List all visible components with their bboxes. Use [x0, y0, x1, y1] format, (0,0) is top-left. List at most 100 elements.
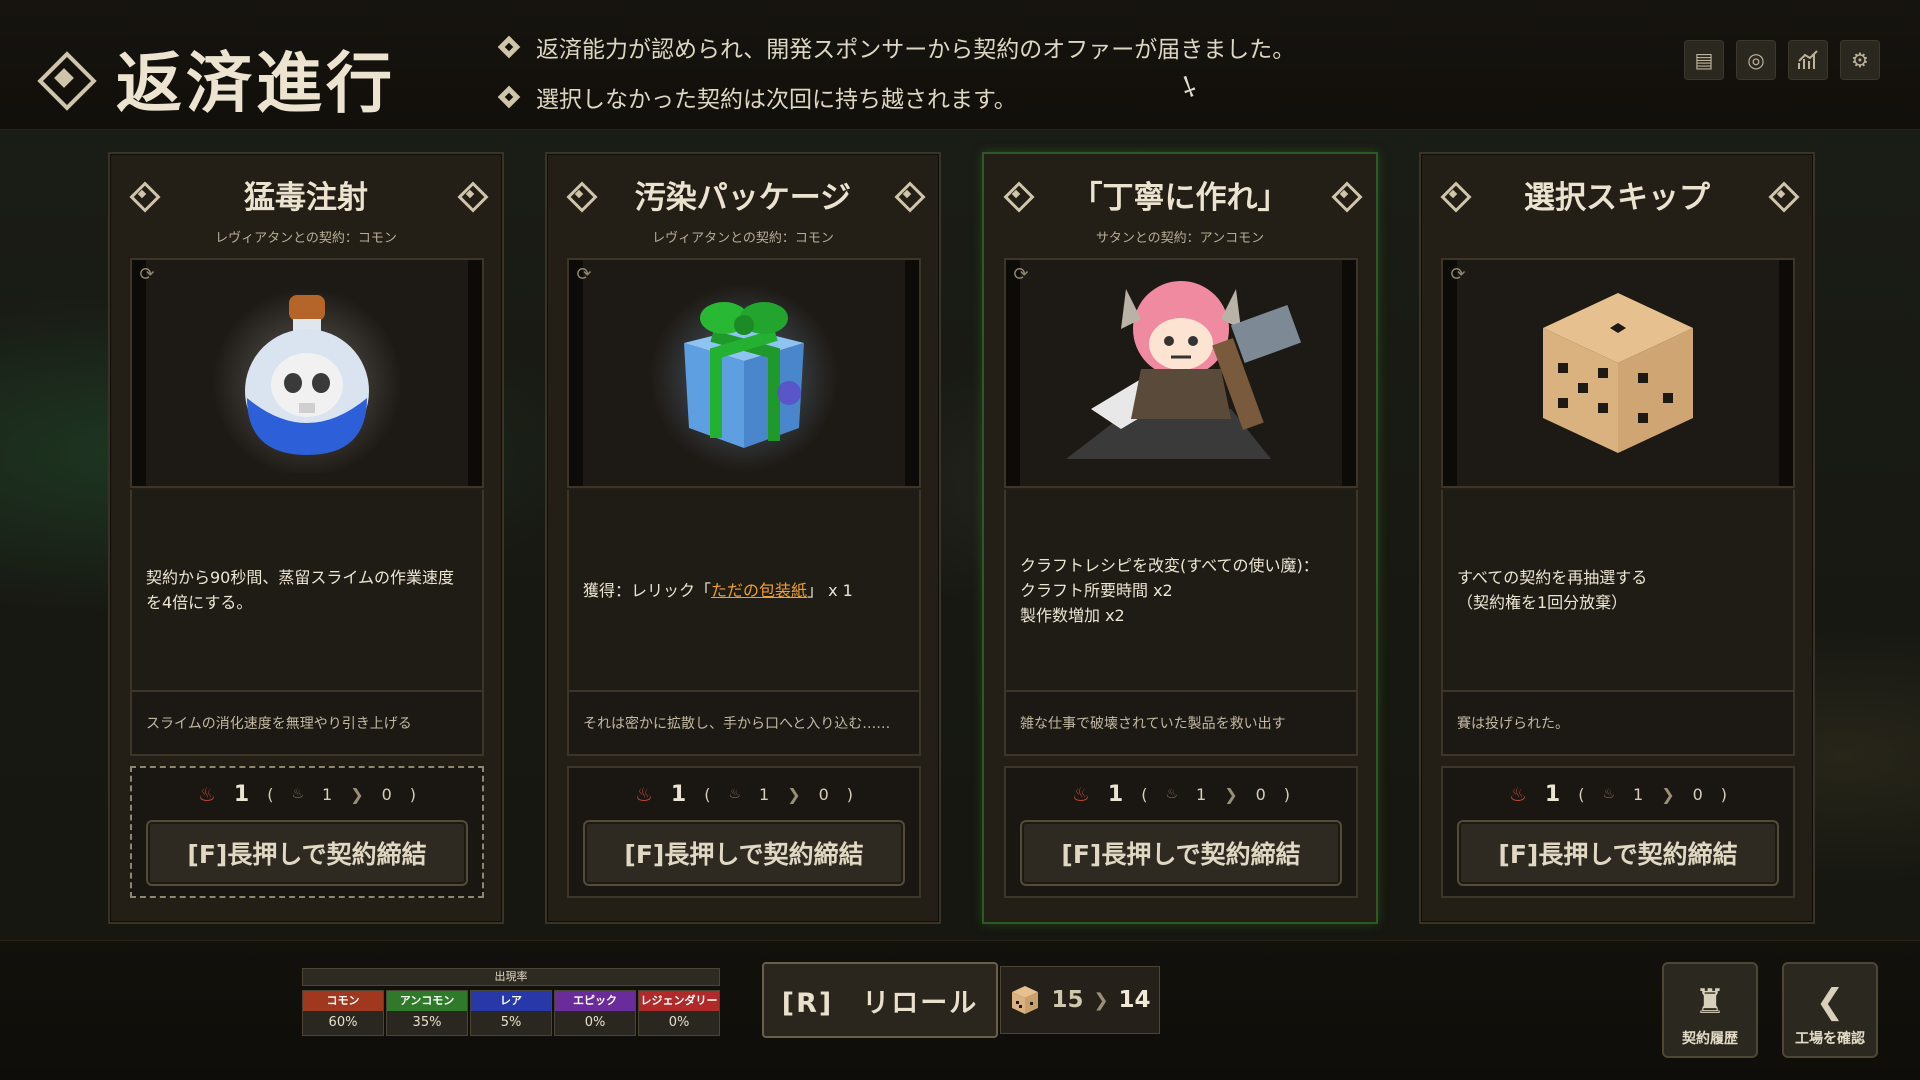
- card-header: 汚染パッケージ レヴィアタンとの契約：コモン: [547, 172, 939, 246]
- rate-uncommon: アンコモン 35%: [386, 990, 468, 1036]
- target-icon[interactable]: ◎: [1736, 40, 1776, 80]
- desc-line: 製作数増加 x2: [1020, 605, 1125, 625]
- arrow-icon: ❯: [1224, 784, 1238, 804]
- cost-sub-a: 1: [1633, 784, 1644, 804]
- contract-token-icon: ♨: [1508, 782, 1527, 806]
- cost-sub-a: 1: [1196, 784, 1207, 804]
- desc-line: （契約権を1回分放棄）: [1457, 593, 1628, 612]
- view-factory-button[interactable]: ❮ 工場を確認: [1782, 962, 1878, 1058]
- rate-value: 0%: [639, 1011, 719, 1035]
- card-header: 選択スキップ: [1421, 172, 1813, 227]
- cost-sub-b: 0: [1692, 784, 1703, 804]
- rate-label: エピック: [555, 991, 635, 1011]
- diamond-icon: [40, 54, 88, 102]
- card-title: 選択スキップ: [1524, 180, 1710, 216]
- card-description: 契約から90秒間、蒸留スライムの作業速度を4倍にする。: [130, 490, 484, 690]
- cost-value: 1: [1544, 781, 1561, 807]
- gear-icon[interactable]: ⚙: [1840, 40, 1880, 80]
- cost-value: 1: [670, 781, 687, 807]
- cost-row: ♨ 1 ( ♨ 1 ❯ 0 ): [197, 781, 417, 807]
- refresh-icon: ⟳: [576, 264, 592, 285]
- top-icon-group: ▤ ◎ ⚙: [1684, 40, 1880, 80]
- card-cost-area: ♨ 1 ( ♨ 1 ❯ 0 ) [F]長押しで契約締結: [1441, 766, 1795, 898]
- card-flavor-text: 雑な仕事で破壊されていた製品を救い出す: [1004, 690, 1358, 756]
- sign-contract-button[interactable]: [F]長押しで契約締結: [1457, 820, 1779, 886]
- title-area: 返済進行: [40, 30, 396, 126]
- rate-value: 5%: [471, 1011, 551, 1035]
- contract-token-icon: ♨: [1165, 786, 1179, 802]
- card-subtitle: レヴィアタンとの契約：コモン: [652, 231, 834, 246]
- chart-icon[interactable]: [1788, 40, 1828, 80]
- desc-text: 」 x 1: [807, 580, 853, 600]
- desc-text: 獲得：レリック「: [583, 580, 712, 600]
- arrow-icon: ❯: [350, 784, 364, 804]
- refresh-icon: ⟳: [1450, 264, 1466, 285]
- contract-token-icon: ♨: [1602, 786, 1616, 802]
- card-image: ⟳: [1441, 258, 1795, 488]
- refresh-icon: ⟳: [139, 264, 155, 285]
- cost-row: ♨ 1 ( ♨ 1 ❯ 0 ): [1071, 781, 1291, 807]
- refresh-icon: ⟳: [1013, 264, 1029, 285]
- card-cost-area: ♨ 1 ( ♨ 1 ❯ 0 ) [F]長押しで契約締結: [567, 766, 921, 898]
- card-description: クラフトレシピを改変(すべての使い魔)： クラフト所要時間 x2 製作数増加 x…: [1004, 490, 1358, 690]
- contract-card[interactable]: 「丁寧に作れ」 サタンとの契約：アンコモン ⟳ クラフトレシピを改変(すべての使…: [982, 152, 1378, 924]
- rate-rare: レア 5%: [470, 990, 552, 1036]
- cost-row: ♨ 1 ( ♨ 1 ❯ 0 ): [634, 781, 854, 807]
- book-icon[interactable]: ▤: [1684, 40, 1724, 80]
- cursor-icon: ⸸: [1176, 69, 1201, 106]
- contract-history-label: 契約履歴: [1682, 1031, 1738, 1047]
- card-title: 汚染パッケージ: [634, 180, 852, 216]
- card-description: すべての契約を再抽選する （契約権を1回分放棄）: [1441, 490, 1795, 690]
- sign-contract-button[interactable]: [F]長押しで契約締結: [1020, 820, 1342, 886]
- desc-line: すべての契約を再抽選する: [1457, 568, 1648, 587]
- cost-sub-b: 0: [818, 784, 829, 804]
- sign-contract-button[interactable]: [F]長押しで契約締結: [583, 820, 905, 886]
- contract-card[interactable]: 猛毒注射 レヴィアタンとの契約：コモン ⟳ 契約から90秒間、蒸留スライムの作業…: [108, 152, 504, 924]
- stamp-icon: ♜: [1694, 982, 1726, 1022]
- notice-line: 返済能力が認められ、開発スポンサーから契約のオファーが届きました。: [498, 30, 1295, 64]
- rate-value: 60%: [303, 1011, 383, 1035]
- rate-value: 35%: [387, 1011, 467, 1035]
- contract-token-icon: ♨: [728, 786, 742, 802]
- back-arrow-icon: ❮: [1815, 982, 1845, 1022]
- cost-sub-b: 0: [1255, 784, 1266, 804]
- cost-row: ♨ 1 ( ♨ 1 ❯ 0 ): [1508, 781, 1728, 807]
- card-cost-area: ♨ 1 ( ♨ 1 ❯ 0 ) [F]長押しで契約締結: [1004, 766, 1358, 898]
- card-flavor-text: 賽は投げられた。: [1441, 690, 1795, 756]
- desc-line: クラフト所要時間 x2: [1020, 580, 1173, 600]
- sign-contract-button[interactable]: [F]長押しで契約締結: [146, 820, 468, 886]
- rate-label: アンコモン: [387, 991, 467, 1011]
- card-image: ⟳: [1004, 258, 1358, 488]
- card-subtitle: サタンとの契約：アンコモン: [1095, 231, 1265, 246]
- rate-value: 0%: [555, 1011, 635, 1035]
- gift-box-icon: [649, 283, 839, 473]
- card-flavor-text: スライムの消化速度を無理やり引き上げる: [130, 690, 484, 756]
- reroll-to: 14: [1118, 987, 1151, 1013]
- poison-flask-icon: [212, 288, 402, 473]
- card-subtitle: レヴィアタンとの契約：コモン: [215, 231, 397, 246]
- view-factory-label: 工場を確認: [1795, 1031, 1865, 1047]
- notice-text: 選択しなかった契約は次回に持ち越されます。: [536, 87, 1017, 113]
- relic-link[interactable]: ただの包装紙: [711, 581, 807, 600]
- demon-girl-icon: [1066, 281, 1302, 459]
- rates-title: 出現率: [302, 968, 720, 986]
- card-title: 「丁寧に作れ」: [1071, 180, 1289, 216]
- card-header: 「丁寧に作れ」 サタンとの契約：アンコモン: [984, 172, 1376, 246]
- dice-icon: [1012, 986, 1039, 1014]
- page-title: 返済進行: [116, 45, 396, 122]
- contract-card[interactable]: 選択スキップ ⟳ すべての契約を再抽選する （契約権を1回分放棄） 賽は投げられ…: [1419, 152, 1815, 924]
- contract-token-icon: ♨: [197, 782, 216, 806]
- contract-card[interactable]: 汚染パッケージ レヴィアタンとの契約：コモン ⟳ 獲得：レリック「ただの包装紙」…: [545, 152, 941, 924]
- contract-token-icon: ♨: [1071, 782, 1090, 806]
- card-title: 猛毒注射: [244, 180, 368, 216]
- rate-epic: エピック 0%: [554, 990, 636, 1036]
- rate-label: レジェンダリー: [639, 991, 719, 1011]
- reroll-count: 15 ❯ 14: [1000, 966, 1160, 1034]
- desc-line: クラフトレシピを改変(すべての使い魔)：: [1020, 555, 1319, 575]
- contract-token-icon: ♨: [291, 786, 305, 802]
- reroll-button[interactable]: [R] リロール: [762, 962, 998, 1038]
- contract-history-button[interactable]: ♜ 契約履歴: [1662, 962, 1758, 1058]
- rate-legendary: レジェンダリー 0%: [638, 990, 720, 1036]
- rarity-rates-panel: 出現率 コモン 60% アンコモン 35% レア 5% エピック 0% レジェン…: [302, 968, 722, 1036]
- cost-value: 1: [233, 781, 250, 807]
